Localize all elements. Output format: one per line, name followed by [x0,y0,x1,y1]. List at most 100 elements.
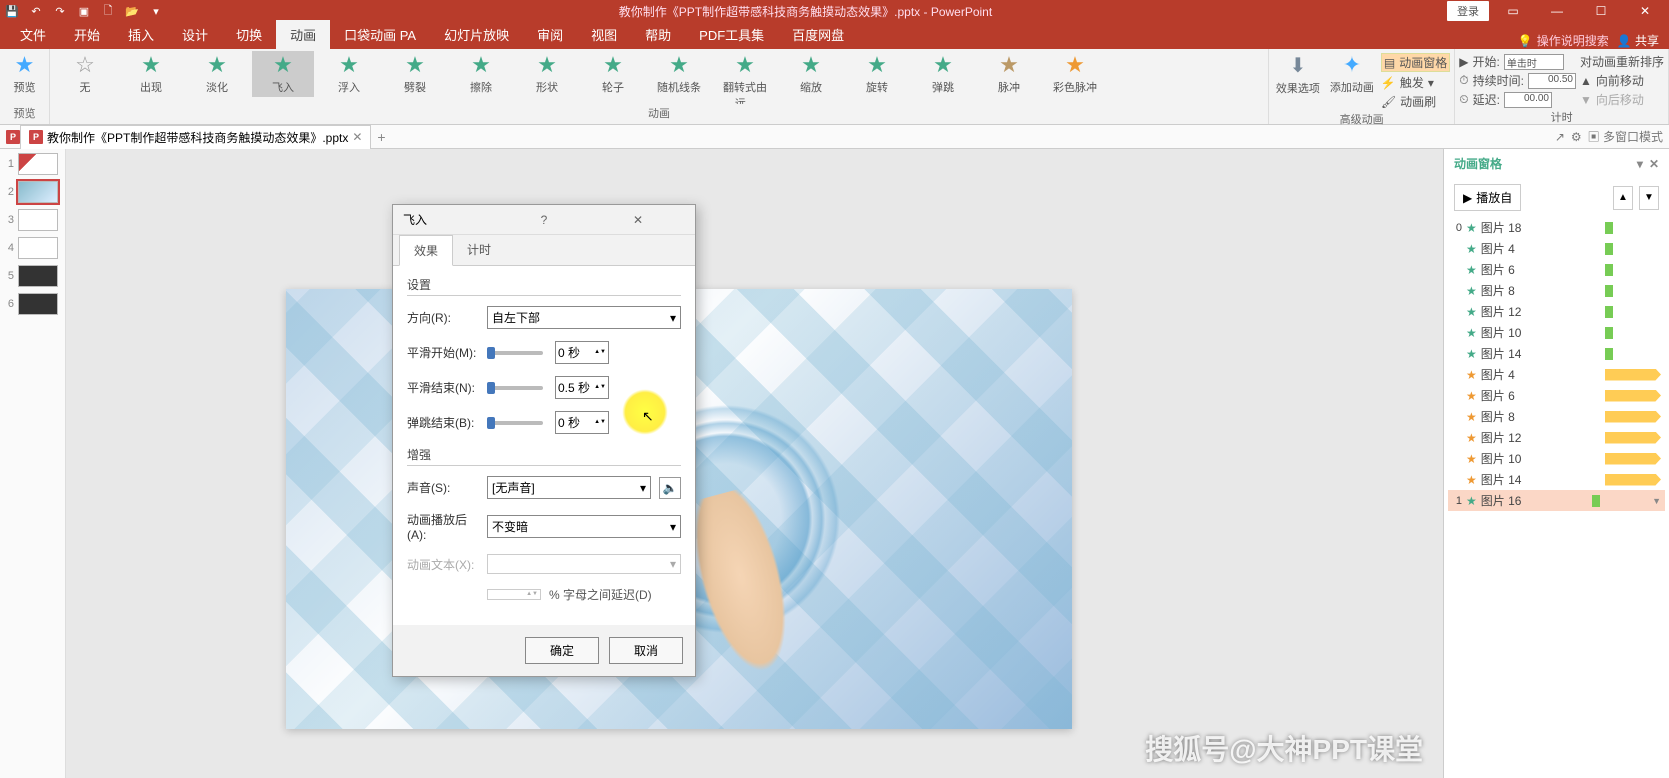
direction-combo[interactable]: 自左下部▾ [487,306,681,329]
anim-item[interactable]: ★图片 12 [1448,427,1665,448]
close-tab-icon[interactable]: ✕ [352,130,362,144]
dialog-tab-timing[interactable]: 计时 [453,235,505,265]
effect-劈裂[interactable]: ★劈裂 [384,51,446,97]
tab-pdf[interactable]: PDF工具集 [685,20,778,49]
anim-item[interactable]: ★图片 14 [1448,469,1665,490]
thumb-1[interactable]: 1 [4,153,61,175]
new-tab-button[interactable]: + [377,129,385,145]
save-icon[interactable]: 💾 [4,3,20,19]
maximize-button[interactable]: ☐ [1581,1,1621,21]
anim-item[interactable]: ★图片 4 [1448,364,1665,385]
close-button[interactable]: ✕ [1625,1,1665,21]
move-earlier-button[interactable]: ▲ 向前移动 [1580,72,1664,89]
dialog-close-icon[interactable]: ✕ [591,213,685,227]
start-select[interactable]: 单击时 [1504,54,1564,70]
animation-pane-button[interactable]: ▤ 动画窗格 [1381,53,1450,72]
tab-transition[interactable]: 切换 [222,20,276,49]
dialog-help-icon[interactable]: ? [497,213,591,227]
animation-painter-button[interactable]: 🖌 动画刷 [1381,93,1450,110]
anim-item[interactable]: 0★图片 18 [1448,217,1665,238]
preview-button[interactable]: ★ 预览 [4,51,45,97]
effect-轮子[interactable]: ★轮子 [582,51,644,97]
anim-item[interactable]: ★图片 8 [1448,280,1665,301]
tab-baidu[interactable]: 百度网盘 [778,20,858,49]
effect-淡化[interactable]: ★淡化 [186,51,248,97]
tab-slideshow[interactable]: 幻灯片放映 [430,20,523,49]
sound-preview-button[interactable]: 🔈 [659,477,681,499]
document-tab[interactable]: 教你制作《PPT制作超带感科技商务触摸动态效果》.pptx ✕ [20,125,371,149]
sound-combo[interactable]: [无声音]▾ [487,476,651,499]
thumb-4[interactable]: 4 [4,237,61,259]
add-animation-button[interactable]: ✦ 添加动画 [1327,51,1377,97]
ribbon-options-icon[interactable]: ▭ [1493,1,1533,21]
tab-file[interactable]: 文件 [6,20,60,49]
undo-icon[interactable]: ↶ [28,3,44,19]
tab-pocket-anim[interactable]: 口袋动画 PA [330,20,430,49]
ok-button[interactable]: 确定 [525,637,599,664]
anim-item[interactable]: 1★图片 16▼ [1448,490,1665,511]
move-later-button[interactable]: ▼ 向后移动 [1580,91,1664,108]
multi-window-button[interactable]: ▣ 多窗口模式 [1588,128,1663,145]
move-up-button[interactable]: ▲ [1613,186,1633,210]
tab-design[interactable]: 设计 [168,20,222,49]
effect-翻转式由远...[interactable]: ★翻转式由远... [714,51,776,104]
slideshow-icon[interactable]: ▣ [76,3,92,19]
effect-浮入[interactable]: ★浮入 [318,51,380,97]
anim-item[interactable]: ★图片 8 [1448,406,1665,427]
thumb-6[interactable]: 6 [4,293,61,315]
after-anim-combo[interactable]: 不变暗▾ [487,515,681,538]
settings-icon[interactable]: ⚙ [1571,130,1582,144]
effect-脉冲[interactable]: ★脉冲 [978,51,1040,97]
effect-彩色脉冲[interactable]: ★彩色脉冲 [1044,51,1106,97]
tab-home[interactable]: 开始 [60,20,114,49]
smooth-start-slider[interactable] [487,351,543,355]
effect-飞入[interactable]: ★飞入 [252,51,314,97]
anim-item[interactable]: ★图片 14 [1448,343,1665,364]
anim-item[interactable]: ★图片 6 [1448,259,1665,280]
effect-无[interactable]: ☆无 [54,51,116,97]
bounce-end-field[interactable]: 0 秒▲▼ [555,411,609,434]
new-icon[interactable]: 🗋 [100,3,116,19]
delay-field[interactable]: 00.00 [1504,92,1552,108]
open-icon[interactable]: 📂 [124,3,140,19]
anim-item[interactable]: ★图片 10 [1448,448,1665,469]
effect-options-button[interactable]: ⬇ 效果选项 [1273,51,1323,98]
tab-animation[interactable]: 动画 [276,20,330,49]
anim-item[interactable]: ★图片 4 [1448,238,1665,259]
chevron-down-icon[interactable]: ▼ [1652,496,1661,506]
login-button[interactable]: 登录 [1447,1,1489,21]
effect-出现[interactable]: ★出现 [120,51,182,97]
cancel-button[interactable]: 取消 [609,637,683,664]
redo-icon[interactable]: ↷ [52,3,68,19]
thumb-3[interactable]: 3 [4,209,61,231]
anim-item[interactable]: ★图片 10 [1448,322,1665,343]
view-icon[interactable]: ↗ [1555,130,1565,144]
duration-field[interactable]: 00.50 [1528,73,1576,89]
smooth-end-slider[interactable] [487,386,543,390]
pane-dropdown-icon[interactable]: ▾ [1637,157,1643,171]
tab-insert[interactable]: 插入 [114,20,168,49]
tell-me-search[interactable]: 💡 操作说明搜索 [1518,32,1609,49]
smooth-start-field[interactable]: 0 秒▲▼ [555,341,609,364]
effect-形状[interactable]: ★形状 [516,51,578,97]
pane-close-icon[interactable]: ✕ [1649,157,1659,171]
minimize-button[interactable]: — [1537,1,1577,21]
effect-旋转[interactable]: ★旋转 [846,51,908,97]
share-button[interactable]: 👤 共享 [1617,32,1659,49]
tab-help[interactable]: 帮助 [631,20,685,49]
smooth-end-field[interactable]: 0.5 秒▲▼ [555,376,609,399]
anim-item[interactable]: ★图片 6 [1448,385,1665,406]
move-down-button[interactable]: ▼ [1639,186,1659,210]
anim-item[interactable]: ★图片 12 [1448,301,1665,322]
effect-擦除[interactable]: ★擦除 [450,51,512,97]
tab-view[interactable]: 视图 [577,20,631,49]
tab-review[interactable]: 审阅 [523,20,577,49]
dialog-tab-effect[interactable]: 效果 [399,235,453,266]
effect-弹跳[interactable]: ★弹跳 [912,51,974,97]
effect-随机线条[interactable]: ★随机线条 [648,51,710,97]
qat-more-icon[interactable]: ▾ [148,3,164,19]
bounce-end-slider[interactable] [487,421,543,425]
effect-缩放[interactable]: ★缩放 [780,51,842,97]
trigger-button[interactable]: ⚡ 触发 ▾ [1381,74,1450,91]
thumb-2[interactable]: 2 [4,181,61,203]
